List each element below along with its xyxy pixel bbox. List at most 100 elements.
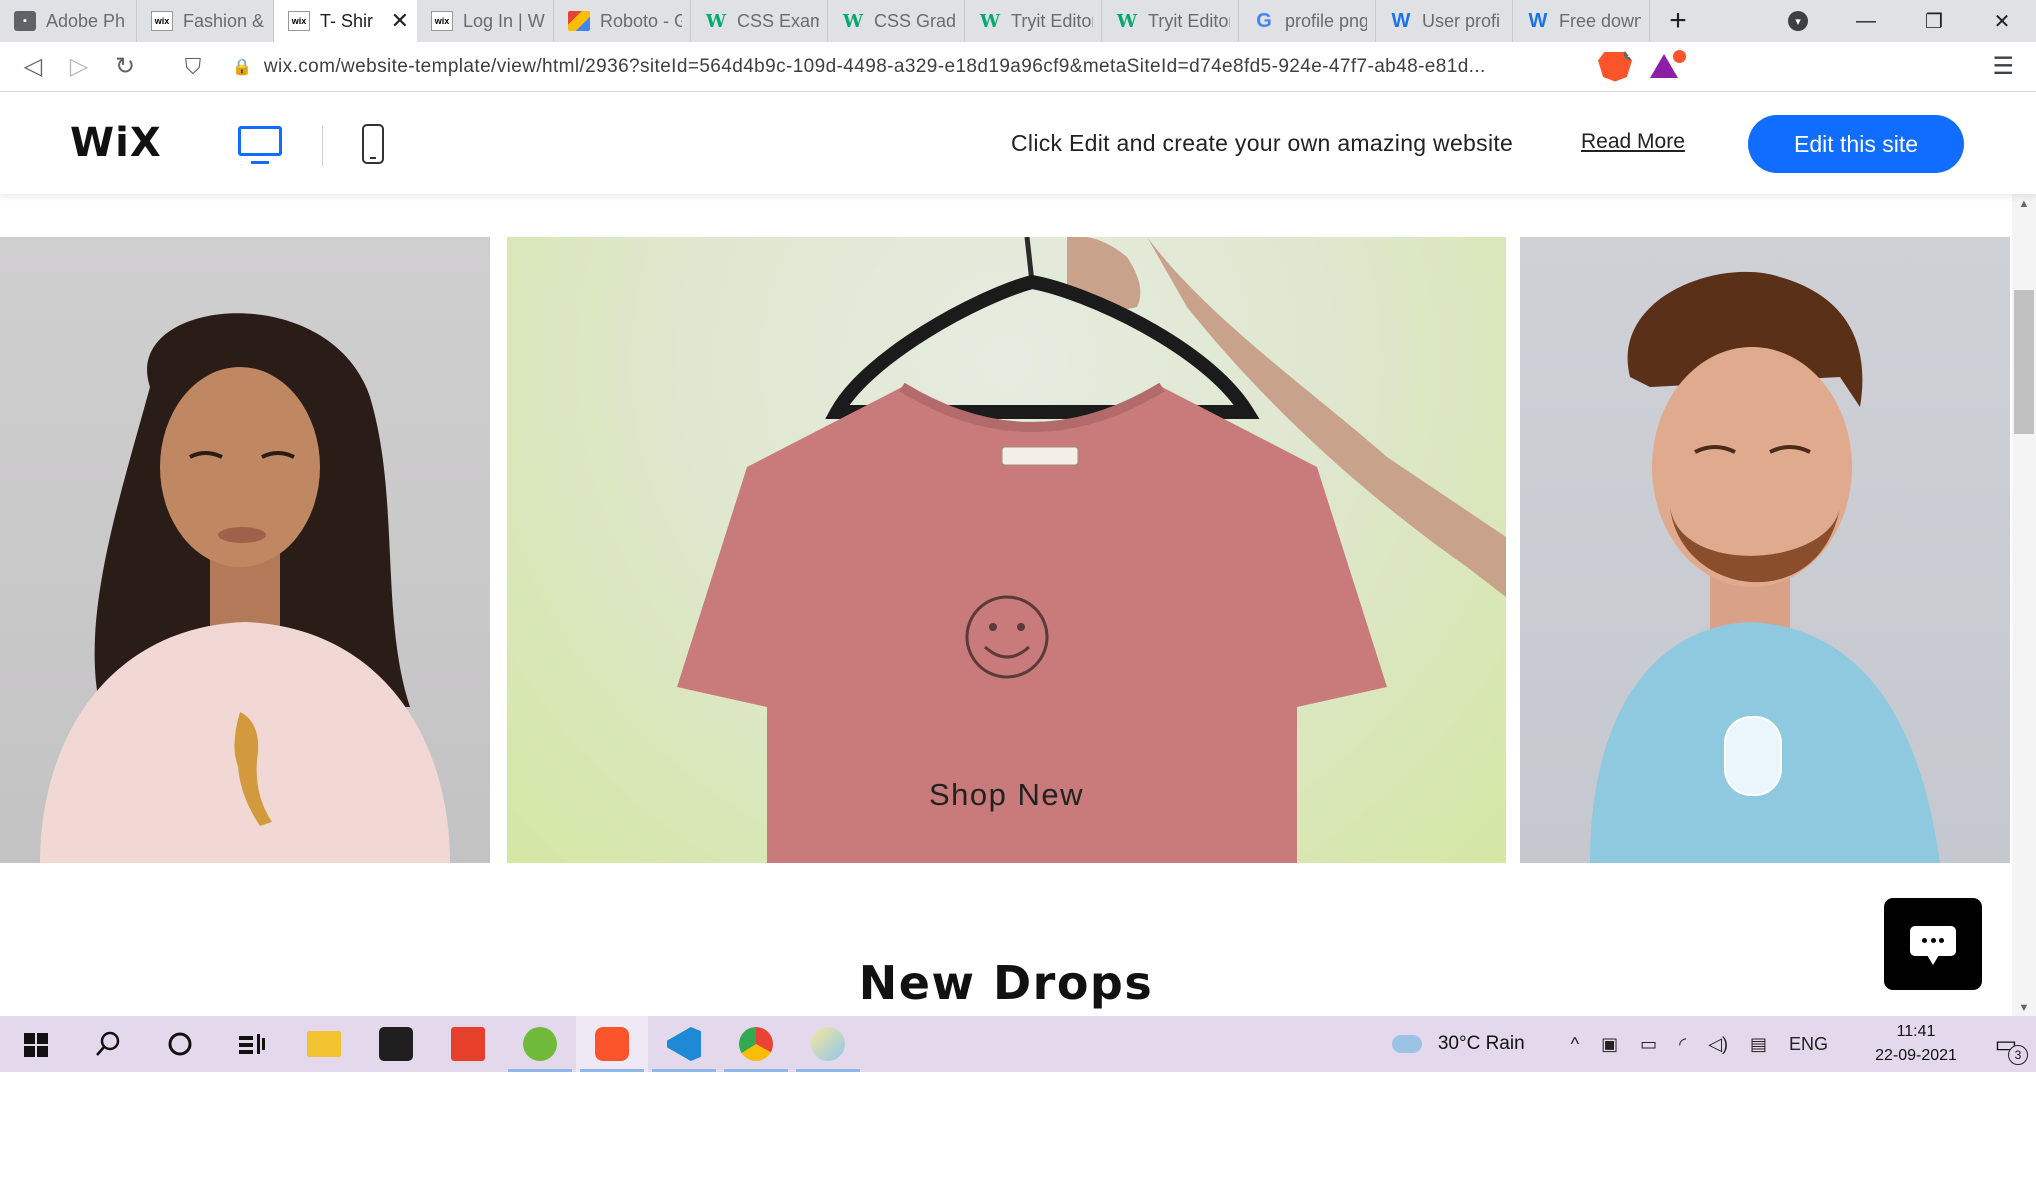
- tab-fashion[interactable]: wix Fashion &: [137, 0, 274, 42]
- wix-logo[interactable]: WiX: [70, 120, 162, 166]
- tab-label: Free down: [1559, 10, 1641, 31]
- tab-label: Fashion &: [183, 10, 265, 31]
- browser-tab-strip: ▪ Adobe Ph wix Fashion & wix T- Shir ✕ w…: [0, 0, 2036, 42]
- menu-icon[interactable]: ☰: [1992, 52, 2014, 81]
- back-icon[interactable]: ◁: [10, 52, 56, 81]
- chrome-icon: [739, 1027, 773, 1061]
- store-button[interactable]: [360, 1016, 432, 1072]
- notification-center-button[interactable]: ▭ 3: [1976, 1030, 2036, 1065]
- weather-widget[interactable]: 30°C Rain: [1391, 1033, 1525, 1055]
- chat-dots: [1922, 938, 1944, 943]
- clock-date: 22-09-2021: [1875, 1047, 1957, 1064]
- brave-shields-icon[interactable]: 10: [1598, 51, 1632, 82]
- vscode-button[interactable]: [648, 1016, 720, 1072]
- new-tab-button[interactable]: +: [1650, 0, 1706, 42]
- window-controls: ▾ — ❐ ✕: [1764, 0, 2036, 42]
- tab-label: CSS Exam: [737, 10, 819, 31]
- page-scrollbar[interactable]: ▲ ▼: [2012, 194, 2036, 1016]
- adobe-icon: ▪: [14, 11, 36, 31]
- task-view-icon: [239, 1034, 265, 1054]
- tab-label: User profi: [1422, 10, 1501, 31]
- close-window-icon[interactable]: ✕: [1968, 9, 2036, 34]
- tab-tryit-2[interactable]: W Tryit Editor: [1102, 0, 1239, 42]
- tab-login[interactable]: wix Log In | Wi: [417, 0, 554, 42]
- chat-button[interactable]: [1884, 898, 1982, 990]
- restore-icon[interactable]: ❐: [1900, 9, 1968, 34]
- tab-roboto[interactable]: Roboto - G: [554, 0, 691, 42]
- tab-css-examples[interactable]: W CSS Exam: [691, 0, 828, 42]
- reload-icon[interactable]: ↻: [102, 52, 148, 81]
- tab-label: Tryit Editor: [1148, 10, 1230, 31]
- tab-label: profile png: [1285, 10, 1367, 31]
- tab-adobe[interactable]: ▪ Adobe Ph: [0, 0, 137, 42]
- edit-this-site-button[interactable]: Edit this site: [1748, 115, 1964, 173]
- wix-icon: wix: [288, 11, 310, 31]
- folder-icon: [307, 1031, 341, 1057]
- woman-in-pink-tshirt-image[interactable]: [0, 237, 490, 863]
- office-icon: [451, 1027, 485, 1061]
- address-bar[interactable]: 🔒 wix.com/website-template/view/html/293…: [218, 48, 1588, 86]
- keyboard-icon[interactable]: ▤: [1750, 1034, 1767, 1055]
- utorrent-button[interactable]: [504, 1016, 576, 1072]
- mobile-view-icon[interactable]: [362, 124, 384, 164]
- start-button[interactable]: [0, 1016, 72, 1072]
- battery-icon[interactable]: ▭: [1640, 1034, 1657, 1055]
- plus-icon: +: [1669, 4, 1687, 37]
- scroll-up-icon[interactable]: ▲: [2012, 198, 2036, 210]
- tab-free-download[interactable]: W Free down: [1513, 0, 1650, 42]
- tab-profile-png[interactable]: G profile png: [1239, 0, 1376, 42]
- google-fonts-icon: [568, 11, 590, 31]
- file-explorer-button[interactable]: [288, 1016, 360, 1072]
- browser-toolbar: ◁ ▷ ↻ ⛉ 🔒 wix.com/website-template/view/…: [0, 42, 2036, 92]
- divider: [322, 126, 323, 166]
- brave-rewards-icon[interactable]: [1650, 49, 1686, 80]
- volume-icon[interactable]: ◁): [1708, 1034, 1728, 1055]
- man-in-blue-tshirt-image[interactable]: [1520, 237, 2010, 863]
- windows-taskbar: 30°C Rain ^ ▣ ▭ ◜ ◁) ▤ ENG 11:41 22-09-2…: [0, 1016, 2036, 1072]
- pngwing-icon: W: [1391, 9, 1411, 32]
- wix-template-banner: WiX Click Edit and create your own amazi…: [0, 92, 2036, 194]
- cortana-button[interactable]: [144, 1016, 216, 1072]
- brave-taskbar-button[interactable]: [576, 1016, 648, 1072]
- banner-tagline: Click Edit and create your own amazing w…: [1011, 130, 1514, 156]
- section-title: New Drops: [858, 956, 1154, 1010]
- notification-count-badge: 3: [2008, 1044, 2028, 1065]
- w3schools-icon: W: [842, 10, 864, 32]
- task-view-button[interactable]: [216, 1016, 288, 1072]
- scroll-down-icon[interactable]: ▼: [2012, 1002, 2036, 1014]
- tab-label: Roboto - G: [600, 10, 682, 31]
- scrollbar-thumb[interactable]: [2014, 290, 2034, 434]
- chevron-up-icon[interactable]: ^: [1571, 1034, 1579, 1055]
- office-button[interactable]: [432, 1016, 504, 1072]
- tab-tshirt-active[interactable]: wix T- Shir ✕: [274, 0, 417, 42]
- shop-new-label[interactable]: Shop New: [507, 777, 1506, 813]
- wifi-icon[interactable]: ◜: [1679, 1034, 1686, 1055]
- read-more-link[interactable]: Read More: [1581, 130, 1685, 154]
- tab-user-profile[interactable]: W User profi: [1376, 0, 1513, 42]
- search-button[interactable]: [72, 1016, 144, 1072]
- google-icon: G: [1256, 9, 1272, 32]
- site-content: Shop New New Drops: [0, 194, 2012, 1016]
- tab-search-button[interactable]: ▾: [1764, 11, 1832, 31]
- vscode-icon: [667, 1027, 701, 1061]
- wix-icon: wix: [431, 11, 453, 31]
- tab-css-gradients[interactable]: W CSS Gradie: [828, 0, 965, 42]
- clock-time: 11:41: [1896, 1023, 1936, 1040]
- url-text: wix.com/website-template/view/html/2936?…: [263, 55, 1486, 77]
- language-indicator[interactable]: ENG: [1789, 1034, 1828, 1055]
- desktop-view-icon[interactable]: [238, 126, 282, 164]
- forward-icon[interactable]: ▷: [56, 52, 102, 81]
- paint-button[interactable]: [792, 1016, 864, 1072]
- minimize-icon[interactable]: —: [1832, 10, 1900, 33]
- screen: ▪ Adobe Ph wix Fashion & wix T- Shir ✕ w…: [0, 0, 2036, 1188]
- pink-smiley-tshirt-on-hanger-image[interactable]: Shop New: [507, 237, 1506, 863]
- clock[interactable]: 11:41 22-09-2021: [1856, 1020, 1976, 1068]
- wix-icon: wix: [151, 11, 173, 31]
- close-tab-icon[interactable]: ✕: [391, 8, 409, 34]
- tab-tryit-1[interactable]: W Tryit Editor: [965, 0, 1102, 42]
- tshirt-illustration: [677, 237, 1506, 863]
- system-tray: 30°C Rain ^ ▣ ▭ ◜ ◁) ▤ ENG 11:41 22-09-2…: [1391, 1016, 2036, 1072]
- meet-now-icon[interactable]: ▣: [1601, 1034, 1618, 1055]
- chrome-button[interactable]: [720, 1016, 792, 1072]
- bookmark-icon[interactable]: ⛉: [168, 54, 218, 80]
